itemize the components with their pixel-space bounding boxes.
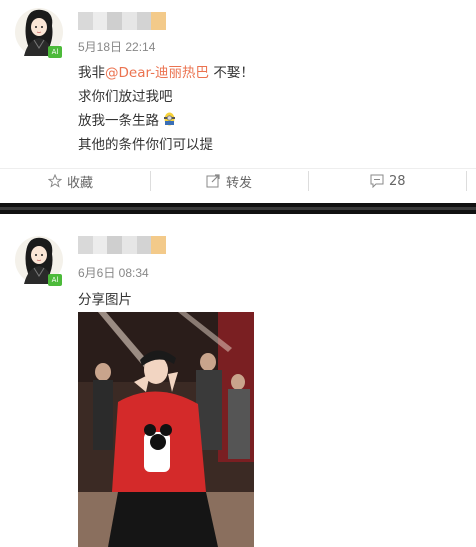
forward-icon bbox=[206, 174, 220, 188]
mention-link[interactable]: @Dear-迪丽热巴 bbox=[105, 65, 209, 81]
star-icon bbox=[48, 174, 62, 188]
post-action-bar: 收藏 转发 28 bbox=[0, 168, 476, 192]
weibo-post-2: Al 6月6日 08:34 分享图片 bbox=[0, 214, 476, 547]
post-text-line-3: 放我一条生路 bbox=[78, 109, 176, 129]
forward-label: 转发 bbox=[226, 175, 253, 191]
verified-badge: Al bbox=[48, 46, 62, 58]
divider bbox=[466, 171, 467, 191]
favorite-label: 收藏 bbox=[67, 175, 94, 191]
verified-badge: Al bbox=[48, 274, 62, 286]
favorite-button[interactable]: 收藏 bbox=[48, 169, 93, 193]
post-text-line-2: 求你们放过我吧 bbox=[78, 89, 173, 105]
divider bbox=[150, 171, 151, 191]
post-text-line-1: 我非@Dear-迪丽热巴 不娶！ bbox=[78, 61, 254, 81]
post-timestamp[interactable]: 5月18日 22:14 bbox=[78, 38, 155, 55]
text-fragment: 我非 bbox=[78, 65, 105, 81]
post-caption: 分享图片 bbox=[78, 292, 132, 308]
shared-photo[interactable] bbox=[78, 312, 254, 547]
forward-button[interactable]: 转发 bbox=[206, 169, 252, 193]
post-separator bbox=[0, 203, 476, 214]
weibo-post-1: Al 5月18日 22:14 我非@Dear-迪丽热巴 不娶！ 求你们放过我吧 … bbox=[0, 0, 476, 203]
user-avatar[interactable]: Al bbox=[14, 4, 64, 60]
text-fragment: 放我一条生路 bbox=[78, 113, 159, 129]
divider bbox=[308, 171, 309, 191]
shared-photo-image bbox=[78, 312, 254, 547]
text-fragment: 不娶！ bbox=[209, 65, 254, 81]
comment-button[interactable]: 28 bbox=[370, 169, 406, 193]
bowing-minion-emoji-icon bbox=[164, 112, 176, 126]
comment-count: 28 bbox=[389, 173, 406, 189]
username-blurred[interactable] bbox=[78, 236, 167, 254]
username-blurred[interactable] bbox=[78, 12, 167, 30]
post-timestamp[interactable]: 6月6日 08:34 bbox=[78, 264, 149, 281]
user-avatar[interactable]: Al bbox=[14, 232, 64, 288]
post-text-line-4: 其他的条件你们可以提 bbox=[78, 137, 213, 153]
comment-icon bbox=[370, 174, 384, 188]
